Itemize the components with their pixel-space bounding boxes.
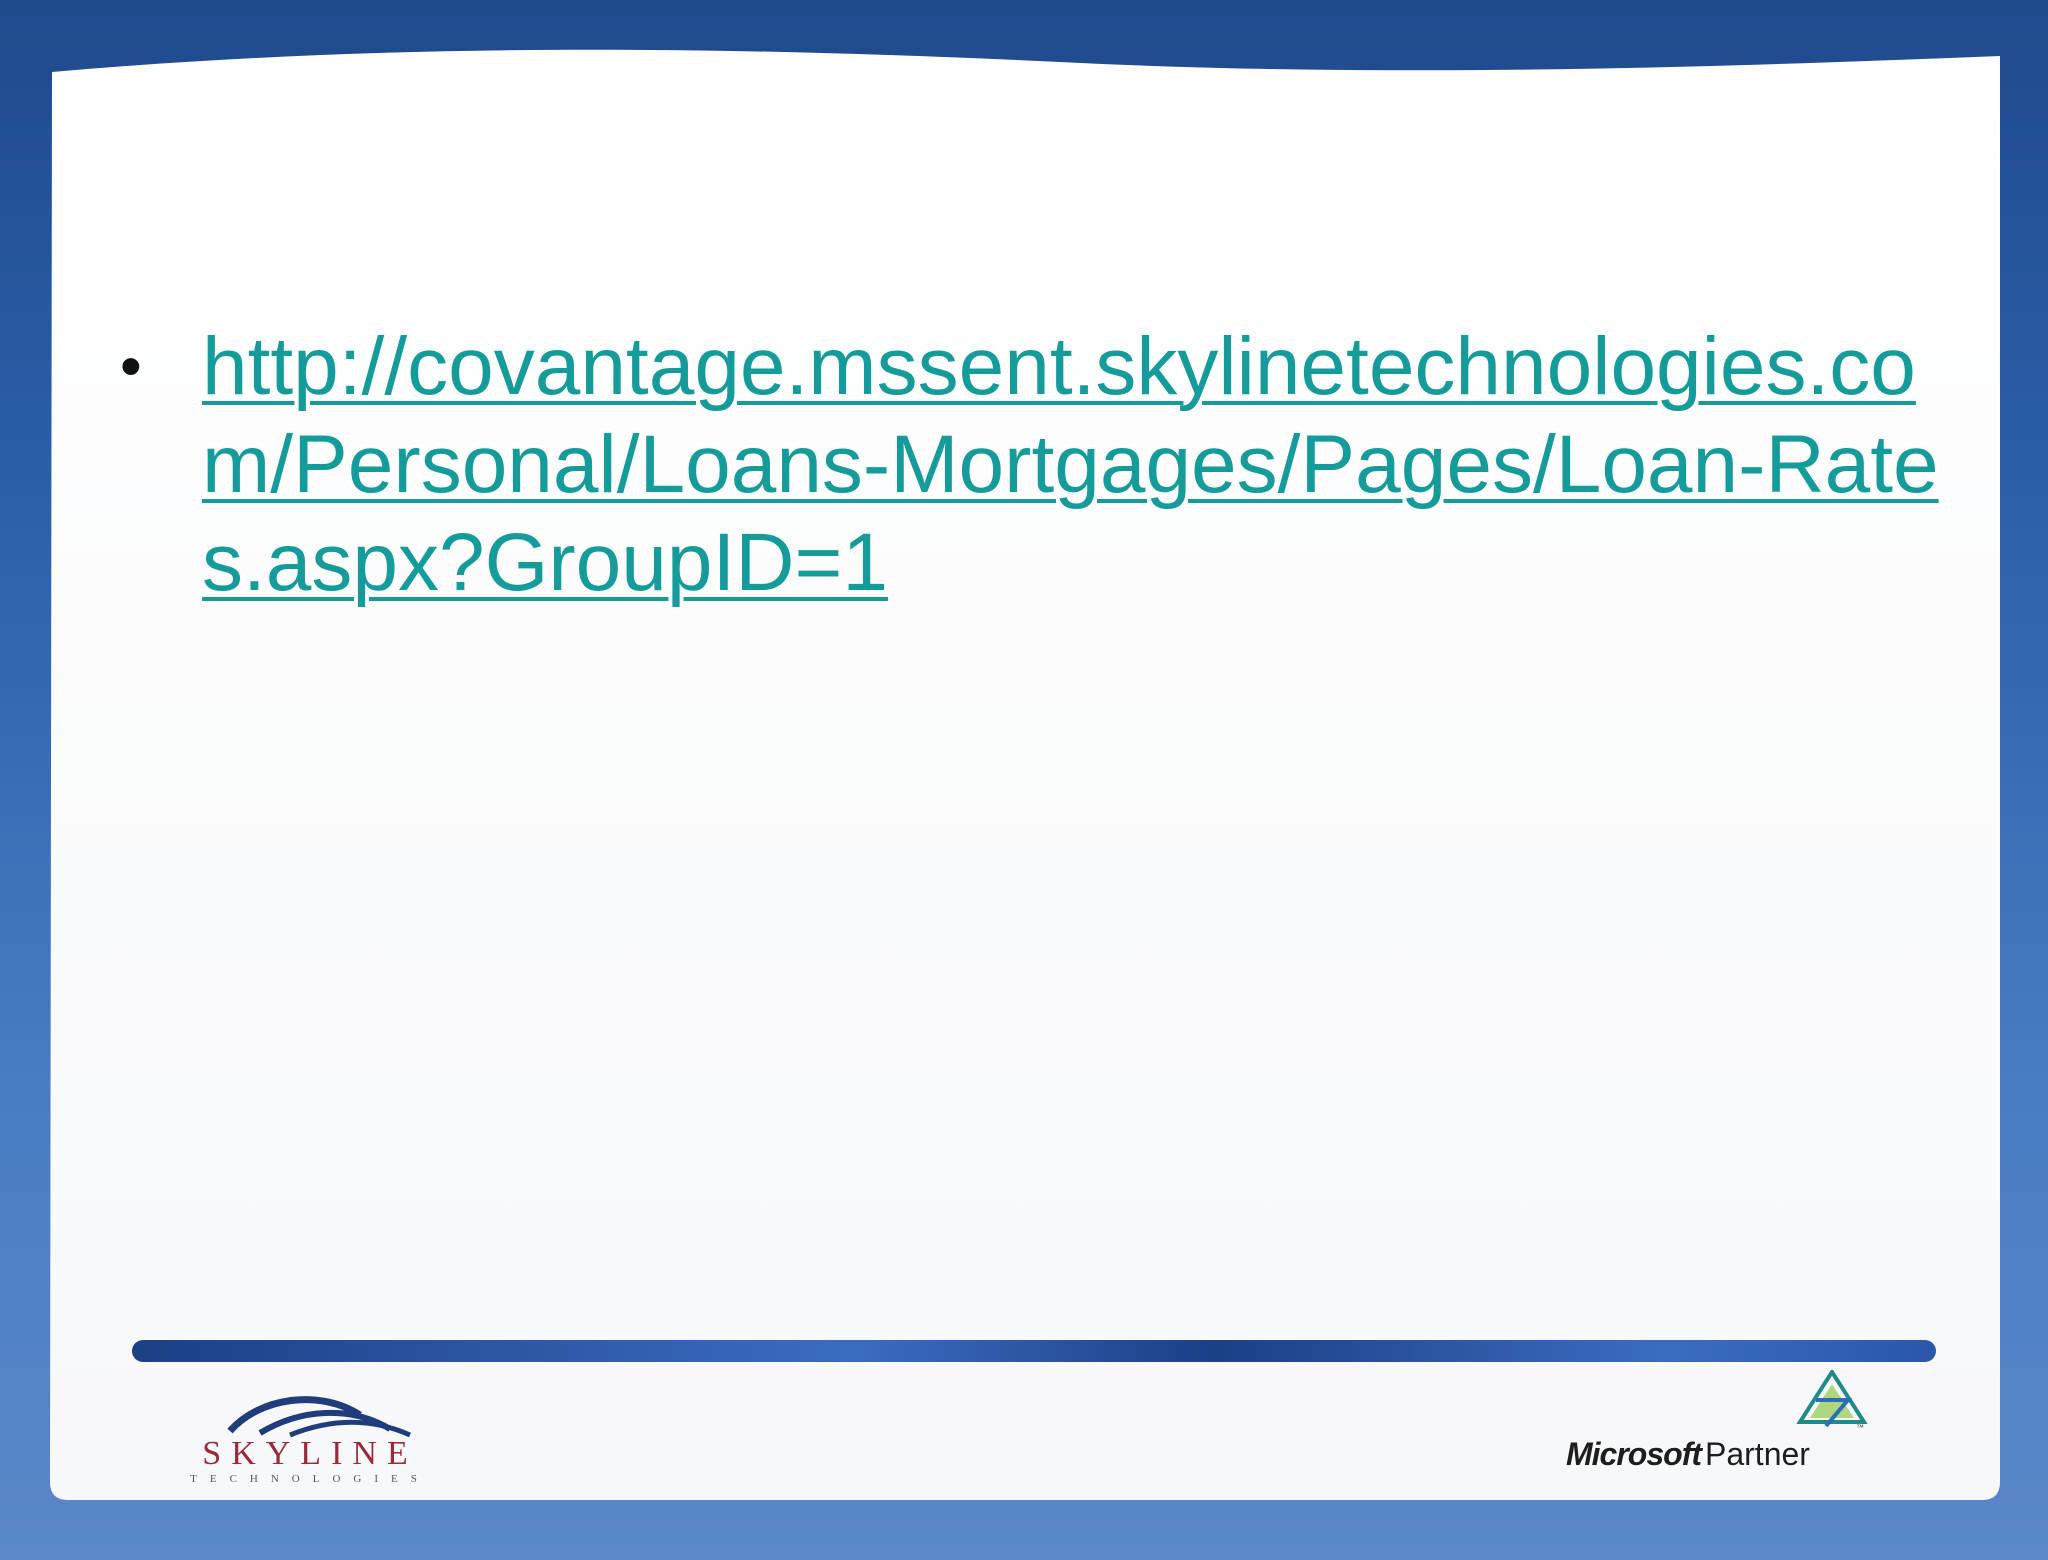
microsoft-partner-icon: ™	[1796, 1370, 1868, 1432]
skyline-wordmark: SKYLINE	[202, 1435, 418, 1472]
microsoft-partner-logo: ™ Microsoft Partner	[1560, 1370, 1880, 1480]
microsoft-brand: Microsoft	[1566, 1436, 1702, 1472]
microsoft-partner-text: Microsoft Partner	[1566, 1436, 1810, 1473]
bullet-marker: •	[120, 332, 142, 401]
slide-panel	[50, 49, 2000, 1500]
loan-rates-link[interactable]: http://covantage.mssent.skylinetechnolog…	[202, 318, 1972, 612]
bullet-item: • http://covantage.mssent.skylinetechnol…	[120, 318, 1980, 612]
bullet-list: • http://covantage.mssent.skylinetechnol…	[120, 318, 1980, 612]
skyline-logo: SKYLINE TECHNOLOGIES	[190, 1385, 430, 1485]
skyline-subtitle: TECHNOLOGIES	[190, 1473, 430, 1485]
svg-text:™: ™	[1856, 1423, 1864, 1432]
partner-label: Partner	[1705, 1436, 1810, 1472]
footer-divider	[132, 1340, 1936, 1362]
